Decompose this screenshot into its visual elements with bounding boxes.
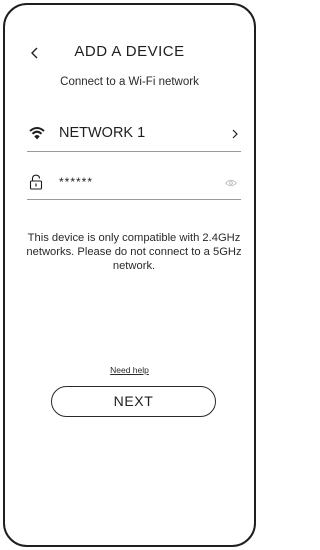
network-selector[interactable]: NETWORK 1 bbox=[27, 117, 241, 152]
eye-icon[interactable] bbox=[225, 179, 237, 187]
lock-icon bbox=[29, 174, 43, 190]
phone-frame: ADD A DEVICE Connect to a Wi-Fi network … bbox=[3, 3, 256, 547]
password-input[interactable] bbox=[59, 173, 209, 191]
page-title: ADD A DEVICE bbox=[74, 43, 185, 60]
compatibility-notice: This device is only compatible with 2.4G… bbox=[26, 232, 242, 272]
page-subtitle: Connect to a Wi-Fi network bbox=[60, 76, 199, 88]
wifi-icon bbox=[29, 127, 45, 140]
password-field bbox=[27, 169, 241, 200]
header: ADD A DEVICE bbox=[5, 41, 254, 65]
need-help-link[interactable]: Need help bbox=[5, 365, 254, 375]
chevron-right-icon bbox=[232, 129, 238, 139]
next-button[interactable]: NEXT bbox=[51, 386, 216, 417]
network-name: NETWORK 1 bbox=[59, 125, 146, 141]
